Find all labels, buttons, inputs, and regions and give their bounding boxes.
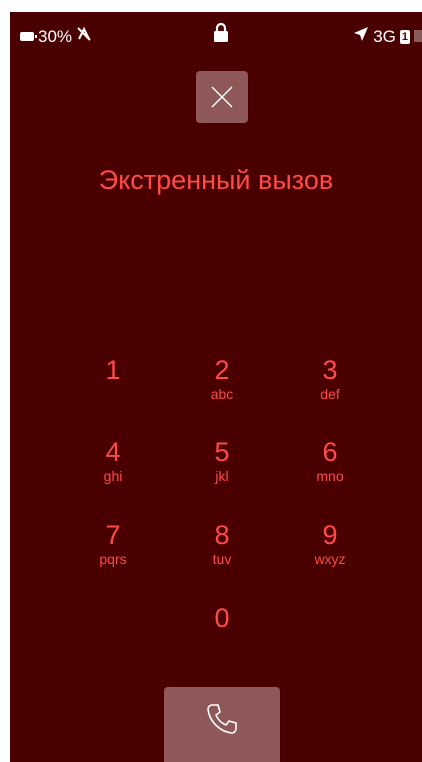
close-icon <box>211 86 233 108</box>
key-digit: 8 <box>214 520 230 550</box>
key-digit: 9 <box>322 520 338 550</box>
key-3[interactable]: 3 def <box>280 356 380 426</box>
close-button[interactable] <box>196 71 248 123</box>
key-digit: 3 <box>322 355 338 385</box>
network-type: 3G <box>373 26 396 46</box>
key-4[interactable]: 4 ghi <box>63 438 163 508</box>
key-0[interactable]: 0 <box>172 604 272 674</box>
key-digit: 1 <box>105 355 121 385</box>
signal-icon <box>414 27 422 47</box>
key-letters: pqrs <box>99 551 127 567</box>
key-6[interactable]: 6 mno <box>280 438 380 508</box>
call-button[interactable] <box>164 687 280 762</box>
battery-icon <box>20 32 37 41</box>
key-digit: 4 <box>105 437 121 467</box>
key-5[interactable]: 5 jkl <box>172 438 272 508</box>
status-left: 30% <box>20 26 92 47</box>
key-digit: 0 <box>214 603 230 633</box>
key-letters: tuv <box>212 551 232 567</box>
key-letters: wxyz <box>314 551 346 567</box>
lock-icon <box>213 22 229 48</box>
key-8[interactable]: 8 tuv <box>172 521 272 591</box>
key-digit: 6 <box>322 437 338 467</box>
no-signal-icon <box>76 26 92 47</box>
key-letters: def <box>320 386 340 402</box>
key-letters: abc <box>210 386 234 402</box>
key-7[interactable]: 7 pqrs <box>63 521 163 591</box>
status-bar: 30% 3G 1 <box>10 12 422 50</box>
key-digit: 2 <box>214 355 230 385</box>
key-digit: 5 <box>214 437 230 467</box>
key-digit: 7 <box>105 520 121 550</box>
status-right: 3G 1 <box>353 26 422 47</box>
airplane-icon <box>353 26 369 47</box>
key-letters: ghi <box>103 468 123 484</box>
phone-icon <box>207 704 237 734</box>
sim-icon: 1 <box>399 29 410 44</box>
emergency-call-screen: 30% 3G 1 Экстренный вызов 1 2 abc 3 def … <box>10 12 422 762</box>
key-9[interactable]: 9 wxyz <box>280 521 380 591</box>
key-2[interactable]: 2 abc <box>172 356 272 426</box>
key-letters: mno <box>316 468 344 484</box>
key-letters: jkl <box>215 468 229 484</box>
key-1[interactable]: 1 <box>63 356 163 426</box>
battery-percent: 30% <box>38 26 73 46</box>
screen-title: Экстренный вызов <box>98 165 334 195</box>
